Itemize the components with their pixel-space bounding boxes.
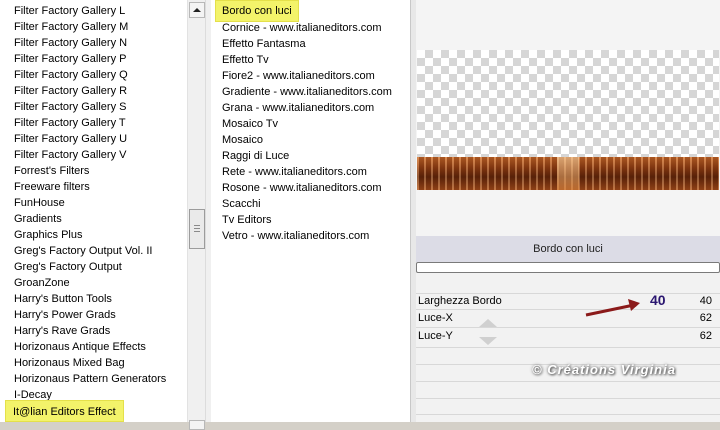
- preview-image: [417, 50, 719, 190]
- effect-item[interactable]: Effetto Fantasma: [222, 36, 306, 52]
- preview-light-border: [417, 157, 719, 190]
- category-item[interactable]: GroanZone: [14, 275, 70, 291]
- settings-progress-bar: [416, 262, 720, 273]
- effect-item[interactable]: Mosaico Tv: [222, 116, 278, 132]
- effect-item[interactable]: Cornice - www.italianeditors.com: [222, 20, 382, 36]
- effect-item[interactable]: Tv Editors: [222, 212, 272, 228]
- effect-item[interactable]: Fiore2 - www.italianeditors.com: [222, 68, 375, 84]
- category-item[interactable]: Gradients: [14, 211, 62, 227]
- category-item[interactable]: Filter Factory Gallery M: [14, 19, 128, 35]
- scroll-thumb[interactable]: [189, 209, 205, 249]
- scroll-up-button[interactable]: [189, 2, 205, 18]
- param-label: Larghezza Bordo: [418, 295, 502, 307]
- param-luce-y[interactable]: Luce-Y 62: [416, 328, 720, 344]
- category-item[interactable]: Filter Factory Gallery V: [14, 147, 126, 163]
- category-item[interactable]: Horizonaus Antique Effects: [14, 339, 146, 355]
- effect-item[interactable]: Effetto Tv: [222, 52, 269, 68]
- effect-item[interactable]: Raggi di Luce: [222, 148, 289, 164]
- effect-item[interactable]: Gradiente - www.italianeditors.com: [222, 84, 392, 100]
- category-item[interactable]: Harry's Rave Grads: [14, 323, 110, 339]
- effect-item[interactable]: Vetro - www.italianeditors.com: [222, 228, 369, 244]
- effect-list[interactable]: Bordo con luci Cornice - www.italianedito…: [211, 0, 410, 422]
- param-luce-x[interactable]: Luce-X 62: [416, 310, 720, 326]
- param-value: 40: [699, 295, 712, 307]
- preview-panel: [416, 0, 720, 236]
- category-item[interactable]: Filter Factory Gallery Q: [14, 67, 128, 83]
- category-item[interactable]: Freeware filters: [14, 179, 90, 195]
- effect-item-selected[interactable]: Bordo con luci: [215, 0, 299, 22]
- effect-item[interactable]: Grana - www.italianeditors.com: [222, 100, 374, 116]
- annotation-arrow-icon: [585, 299, 640, 317]
- effect-item[interactable]: Rosone - www.italianeditors.com: [222, 180, 382, 196]
- category-item[interactable]: Filter Factory Gallery T: [14, 115, 126, 131]
- watermark: © Créations Virginia: [532, 362, 676, 377]
- param-label: Luce-Y: [418, 330, 453, 342]
- category-item[interactable]: Horizonaus Mixed Bag: [14, 355, 125, 371]
- category-item[interactable]: Greg's Factory Output Vol. II: [14, 243, 152, 259]
- param-label: Luce-X: [418, 312, 453, 324]
- category-item[interactable]: FunHouse: [14, 195, 65, 211]
- category-item[interactable]: Filter Factory Gallery R: [14, 83, 127, 99]
- category-item[interactable]: Forrest's Filters: [14, 163, 89, 179]
- filter-category-list[interactable]: Filter Factory Gallery L Filter Factory G…: [0, 0, 187, 422]
- chevron-up-icon: [193, 8, 201, 12]
- category-scrollbar[interactable]: [187, 0, 206, 430]
- category-item-selected[interactable]: It@lian Editors Effect: [5, 400, 124, 422]
- luce-y-slider-thumb[interactable]: [479, 337, 497, 345]
- category-item[interactable]: Horizonaus Pattern Generators: [14, 371, 166, 387]
- settings-title: Bordo con luci: [416, 236, 720, 262]
- category-item[interactable]: Filter Factory Gallery L: [14, 3, 125, 19]
- category-item[interactable]: Filter Factory Gallery S: [14, 99, 126, 115]
- category-item[interactable]: Filter Factory Gallery U: [14, 131, 127, 147]
- luce-x-slider-thumb[interactable]: [479, 319, 497, 327]
- param-larghezza-bordo[interactable]: Larghezza Bordo 40: [416, 293, 720, 309]
- param-value: 62: [699, 330, 712, 342]
- category-item[interactable]: Greg's Factory Output: [14, 259, 122, 275]
- effect-item[interactable]: Scacchi: [222, 196, 261, 212]
- annotation-value: 40: [650, 292, 666, 308]
- category-item[interactable]: Filter Factory Gallery P: [14, 51, 126, 67]
- settings-panel: Bordo con luci Larghezza Bordo 40 Luce-X…: [416, 236, 720, 422]
- category-item[interactable]: Filter Factory Gallery N: [14, 35, 127, 51]
- effect-item[interactable]: Rete - www.italianeditors.com: [222, 164, 367, 180]
- category-item[interactable]: Harry's Power Grads: [14, 307, 116, 323]
- category-item[interactable]: Harry's Button Tools: [14, 291, 112, 307]
- category-item[interactable]: Graphics Plus: [14, 227, 82, 243]
- effect-item[interactable]: Mosaico: [222, 132, 263, 148]
- param-value: 62: [699, 312, 712, 324]
